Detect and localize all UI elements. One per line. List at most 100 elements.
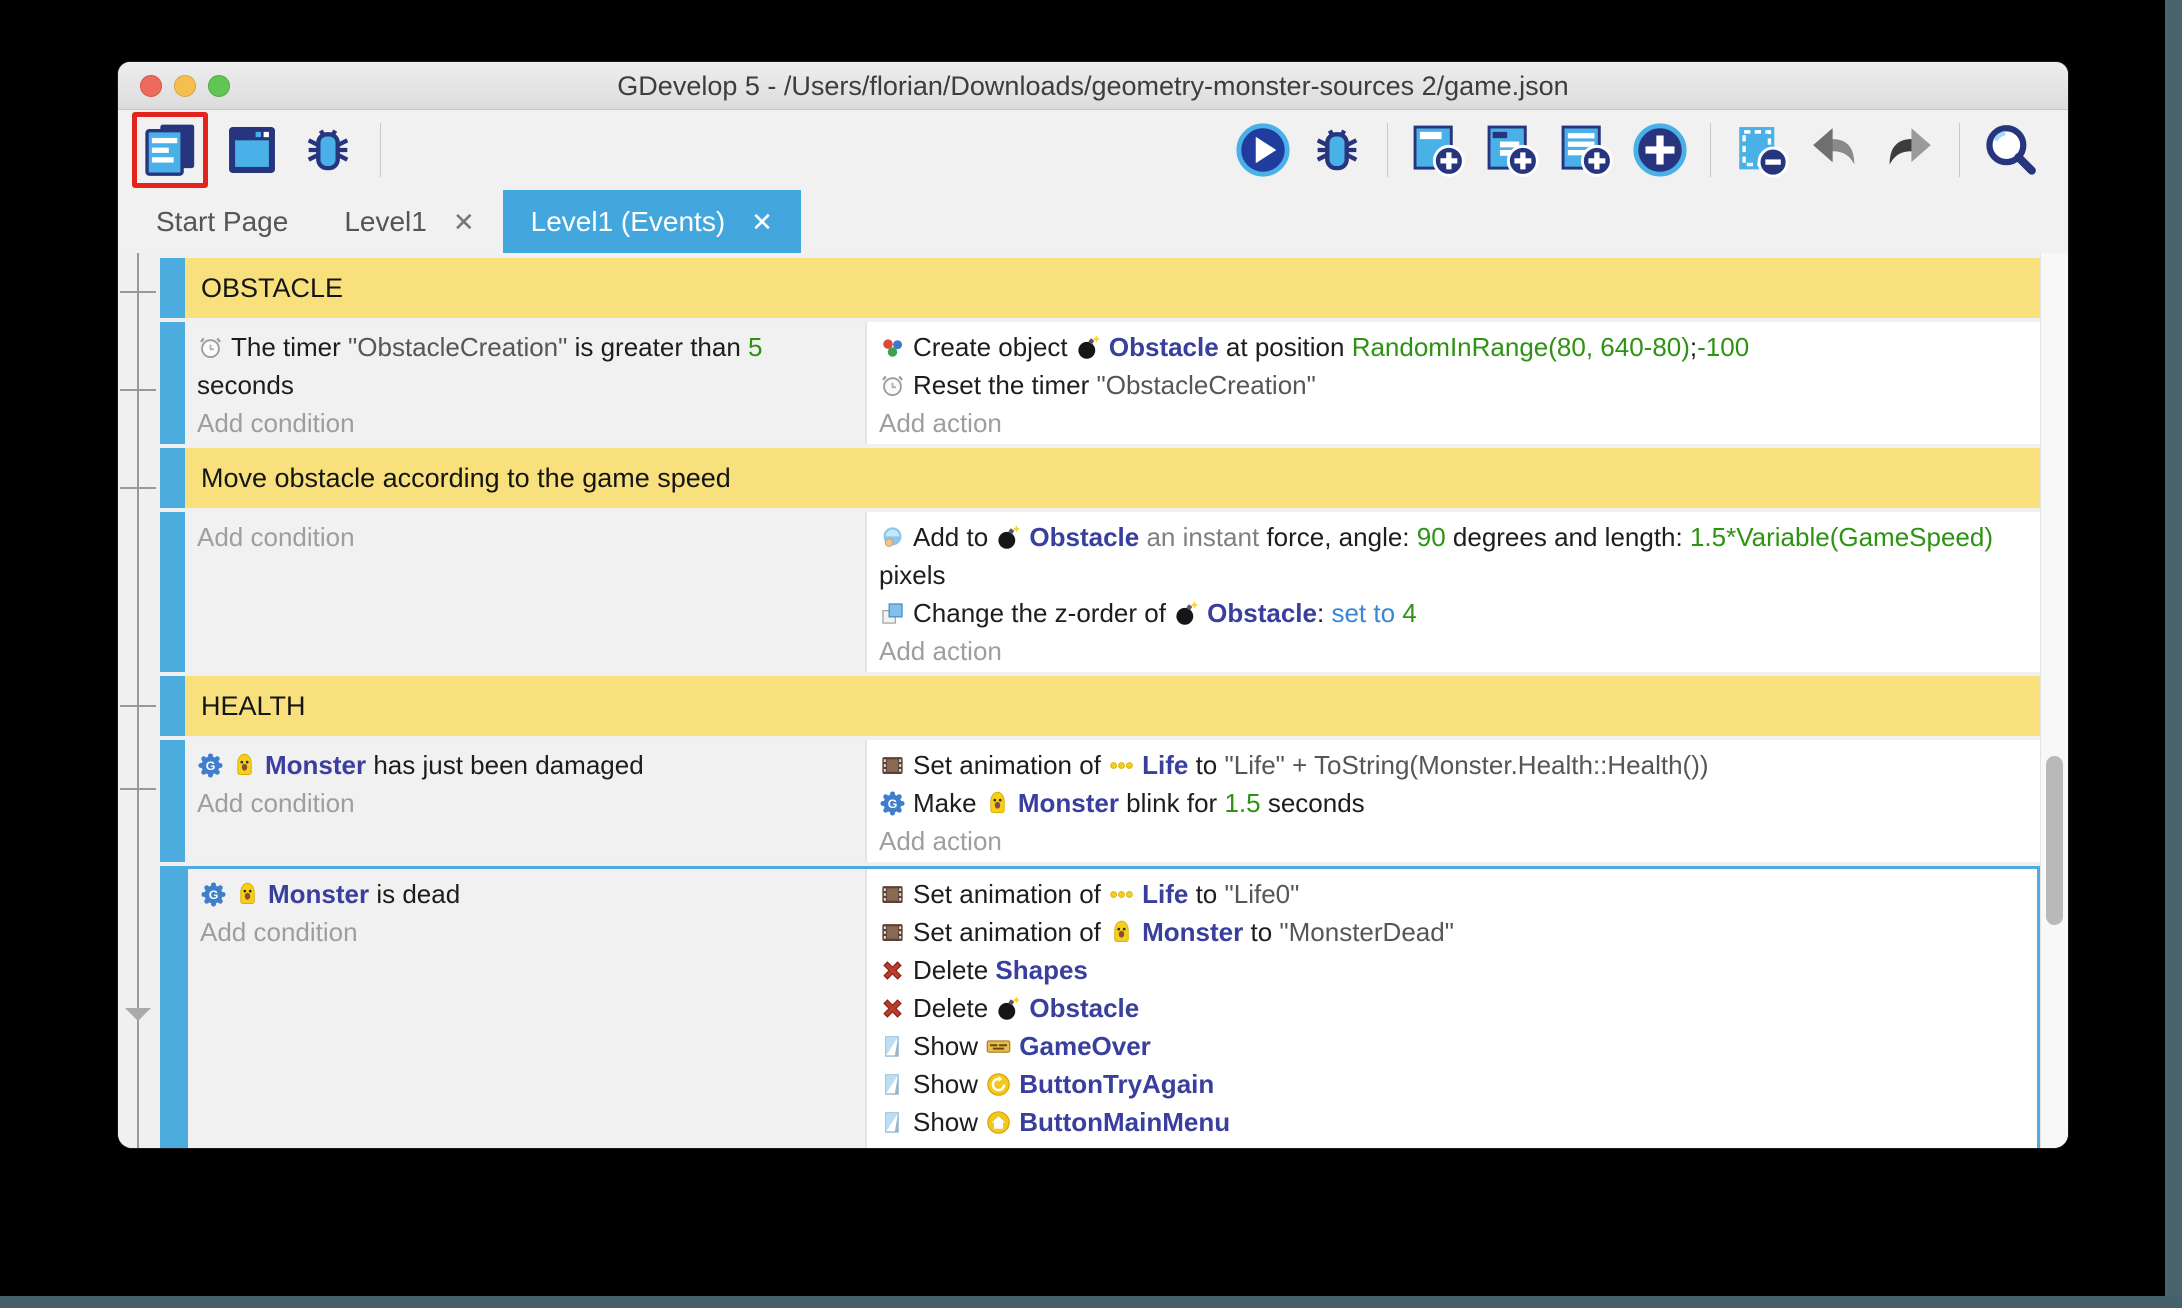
action-line[interactable]: Add to Obstacle an instant force, angle:… — [879, 518, 2026, 594]
event-row[interactable]: G Monster has just been damaged Add condit… — [185, 740, 2040, 862]
toolbar-button-add-comment[interactable] — [1554, 118, 1618, 182]
scene-editor-icon — [223, 121, 281, 179]
add-action-link[interactable]: Add action — [879, 404, 2026, 442]
add-condition-link[interactable]: Add condition — [197, 784, 851, 822]
toolbar-separator — [380, 123, 381, 177]
action-line[interactable]: Create object Obstacle at position Rando… — [879, 328, 2026, 366]
toolbar-button-debugger[interactable] — [296, 118, 360, 182]
event-group-block: Move obstacle according to the game spee… — [160, 448, 2040, 508]
action-line[interactable]: Set animation of Monster to "MonsterDead… — [879, 913, 2023, 951]
toolbar-separator — [1959, 123, 1960, 177]
toolbar-button-events-sheet[interactable] — [139, 119, 201, 181]
main-toolbar — [118, 110, 2068, 190]
object-name: Monster — [265, 750, 367, 780]
tab-label: Level1 (Events) — [530, 205, 726, 237]
monster-icon — [984, 790, 1011, 817]
action-line[interactable]: Set animation of Life to "Life0" — [879, 875, 2023, 913]
event-row[interactable]: G Monster is dead Add condition Set animati… — [185, 866, 2040, 1148]
animation-icon — [879, 881, 906, 908]
label-text: at position — [1218, 332, 1352, 362]
action-line[interactable]: Change the z-order of Obstacle: set to 4 — [879, 594, 2026, 632]
toolbar-button-add-event[interactable] — [1406, 118, 1470, 182]
bomb-icon — [1173, 600, 1200, 627]
play-icon — [1234, 121, 1292, 179]
delete-event-icon — [1732, 121, 1790, 179]
scrollbar-track[interactable] — [2040, 253, 2068, 1148]
scrollbar-thumb[interactable] — [2046, 756, 2063, 925]
action-line[interactable]: Reset the timer "ObstacleCreation" — [879, 366, 2026, 404]
event-drag-handle[interactable] — [160, 258, 185, 318]
events-list: OBSTACLE The timer "ObstacleCreation" is … — [160, 258, 2040, 1148]
toolbar-separator — [1387, 123, 1388, 177]
toolbar-button-delete-event[interactable] — [1729, 118, 1793, 182]
event-drag-handle[interactable] — [160, 740, 185, 862]
action-line[interactable]: Delete Shapes — [879, 951, 2023, 989]
label-text: is dead — [369, 879, 461, 909]
label-text: The timer — [231, 332, 349, 362]
event-row[interactable]: Add condition Add to Obstacle an instant … — [185, 512, 2040, 672]
add-action-link[interactable]: Add action — [879, 632, 2026, 670]
toolbar-button-scene-editor[interactable] — [220, 118, 284, 182]
event-drag-handle[interactable] — [160, 676, 185, 736]
add-condition-link[interactable]: Add condition — [200, 913, 851, 951]
toolbar-button-undo[interactable] — [1803, 118, 1867, 182]
expression-value: 5 — [748, 332, 763, 362]
tab-level1-events[interactable]: Level1 (Events) ✕ — [502, 190, 801, 253]
event-tree-tick — [120, 788, 156, 790]
event-group-header[interactable]: HEALTH — [185, 676, 2040, 736]
add-action-link[interactable]: Add action — [879, 1141, 2023, 1148]
add-action-link[interactable]: Add action — [879, 822, 2026, 860]
label-text: pixels — [879, 560, 946, 590]
condition-line[interactable]: The timer "ObstacleCreation" is greater … — [197, 328, 851, 404]
timer-icon — [879, 372, 906, 399]
events-sheet-icon — [141, 121, 199, 179]
toolbar-button-debug[interactable] — [1305, 118, 1369, 182]
animation-icon — [879, 919, 906, 946]
add-condition-link[interactable]: Add condition — [197, 404, 851, 442]
event-drag-handle[interactable] — [160, 448, 185, 508]
label-text: Show — [913, 1031, 986, 1061]
event-row[interactable]: The timer "ObstacleCreation" is greater … — [185, 322, 2040, 444]
add-circle-icon — [1631, 121, 1689, 179]
event-block: G Monster is dead Add condition Set animati… — [160, 866, 2040, 1148]
label-text: Show — [913, 1107, 986, 1137]
life-icon — [1108, 881, 1135, 908]
action-line[interactable]: Show ButtonTryAgain — [879, 1065, 2023, 1103]
toolbar-button-add-more[interactable] — [1628, 118, 1692, 182]
bomb-icon — [995, 524, 1022, 551]
event-group-header[interactable]: Move obstacle according to the game spee… — [185, 448, 2040, 508]
svg-text:G: G — [209, 888, 219, 902]
tab-label: Level1 — [344, 205, 427, 237]
action-line[interactable]: Show GameOver — [879, 1027, 2023, 1065]
tab-close-icon[interactable]: ✕ — [453, 209, 475, 235]
tab-start-page[interactable]: Start Page — [128, 190, 316, 253]
action-line[interactable]: Show ButtonMainMenu — [879, 1103, 2023, 1141]
condition-line[interactable]: G Monster has just been damaged — [197, 746, 851, 784]
toolbar-button-redo[interactable] — [1877, 118, 1941, 182]
label-text: Set animation of — [913, 879, 1109, 909]
action-line[interactable]: Delete Obstacle — [879, 989, 2023, 1027]
bomb-icon — [995, 995, 1022, 1022]
event-drag-handle[interactable] — [160, 512, 185, 672]
toolbar-button-preview[interactable] — [1231, 118, 1295, 182]
toolbar-button-search[interactable] — [1978, 118, 2042, 182]
add-event-icon — [1409, 121, 1467, 179]
event-drag-handle[interactable] — [160, 322, 185, 444]
label-text: blink for — [1118, 788, 1225, 818]
timer-icon — [197, 334, 224, 361]
event-group-block: OBSTACLE — [160, 258, 2040, 318]
behavior-badge-icon: G — [197, 752, 224, 779]
conditions-column: G Monster is dead Add condition — [188, 869, 867, 1148]
action-line[interactable]: G Make Monster blink for 1.5 seconds — [879, 784, 2026, 822]
event-drag-handle[interactable] — [160, 866, 185, 1148]
object-name: Obstacle — [1029, 993, 1140, 1023]
tab-level1[interactable]: Level1 ✕ — [316, 190, 502, 253]
event-group-header[interactable]: OBSTACLE — [185, 258, 2040, 318]
add-condition-link[interactable]: Add condition — [197, 518, 851, 556]
toolbar-button-add-subevent[interactable] — [1480, 118, 1544, 182]
event-tree-tick — [120, 487, 156, 489]
tab-close-icon[interactable]: ✕ — [751, 209, 773, 235]
condition-line[interactable]: G Monster is dead — [200, 875, 851, 913]
action-line[interactable]: Set animation of Life to "Life" + ToStri… — [879, 746, 2026, 784]
string-literal: "ObstacleCreation" — [348, 332, 568, 362]
